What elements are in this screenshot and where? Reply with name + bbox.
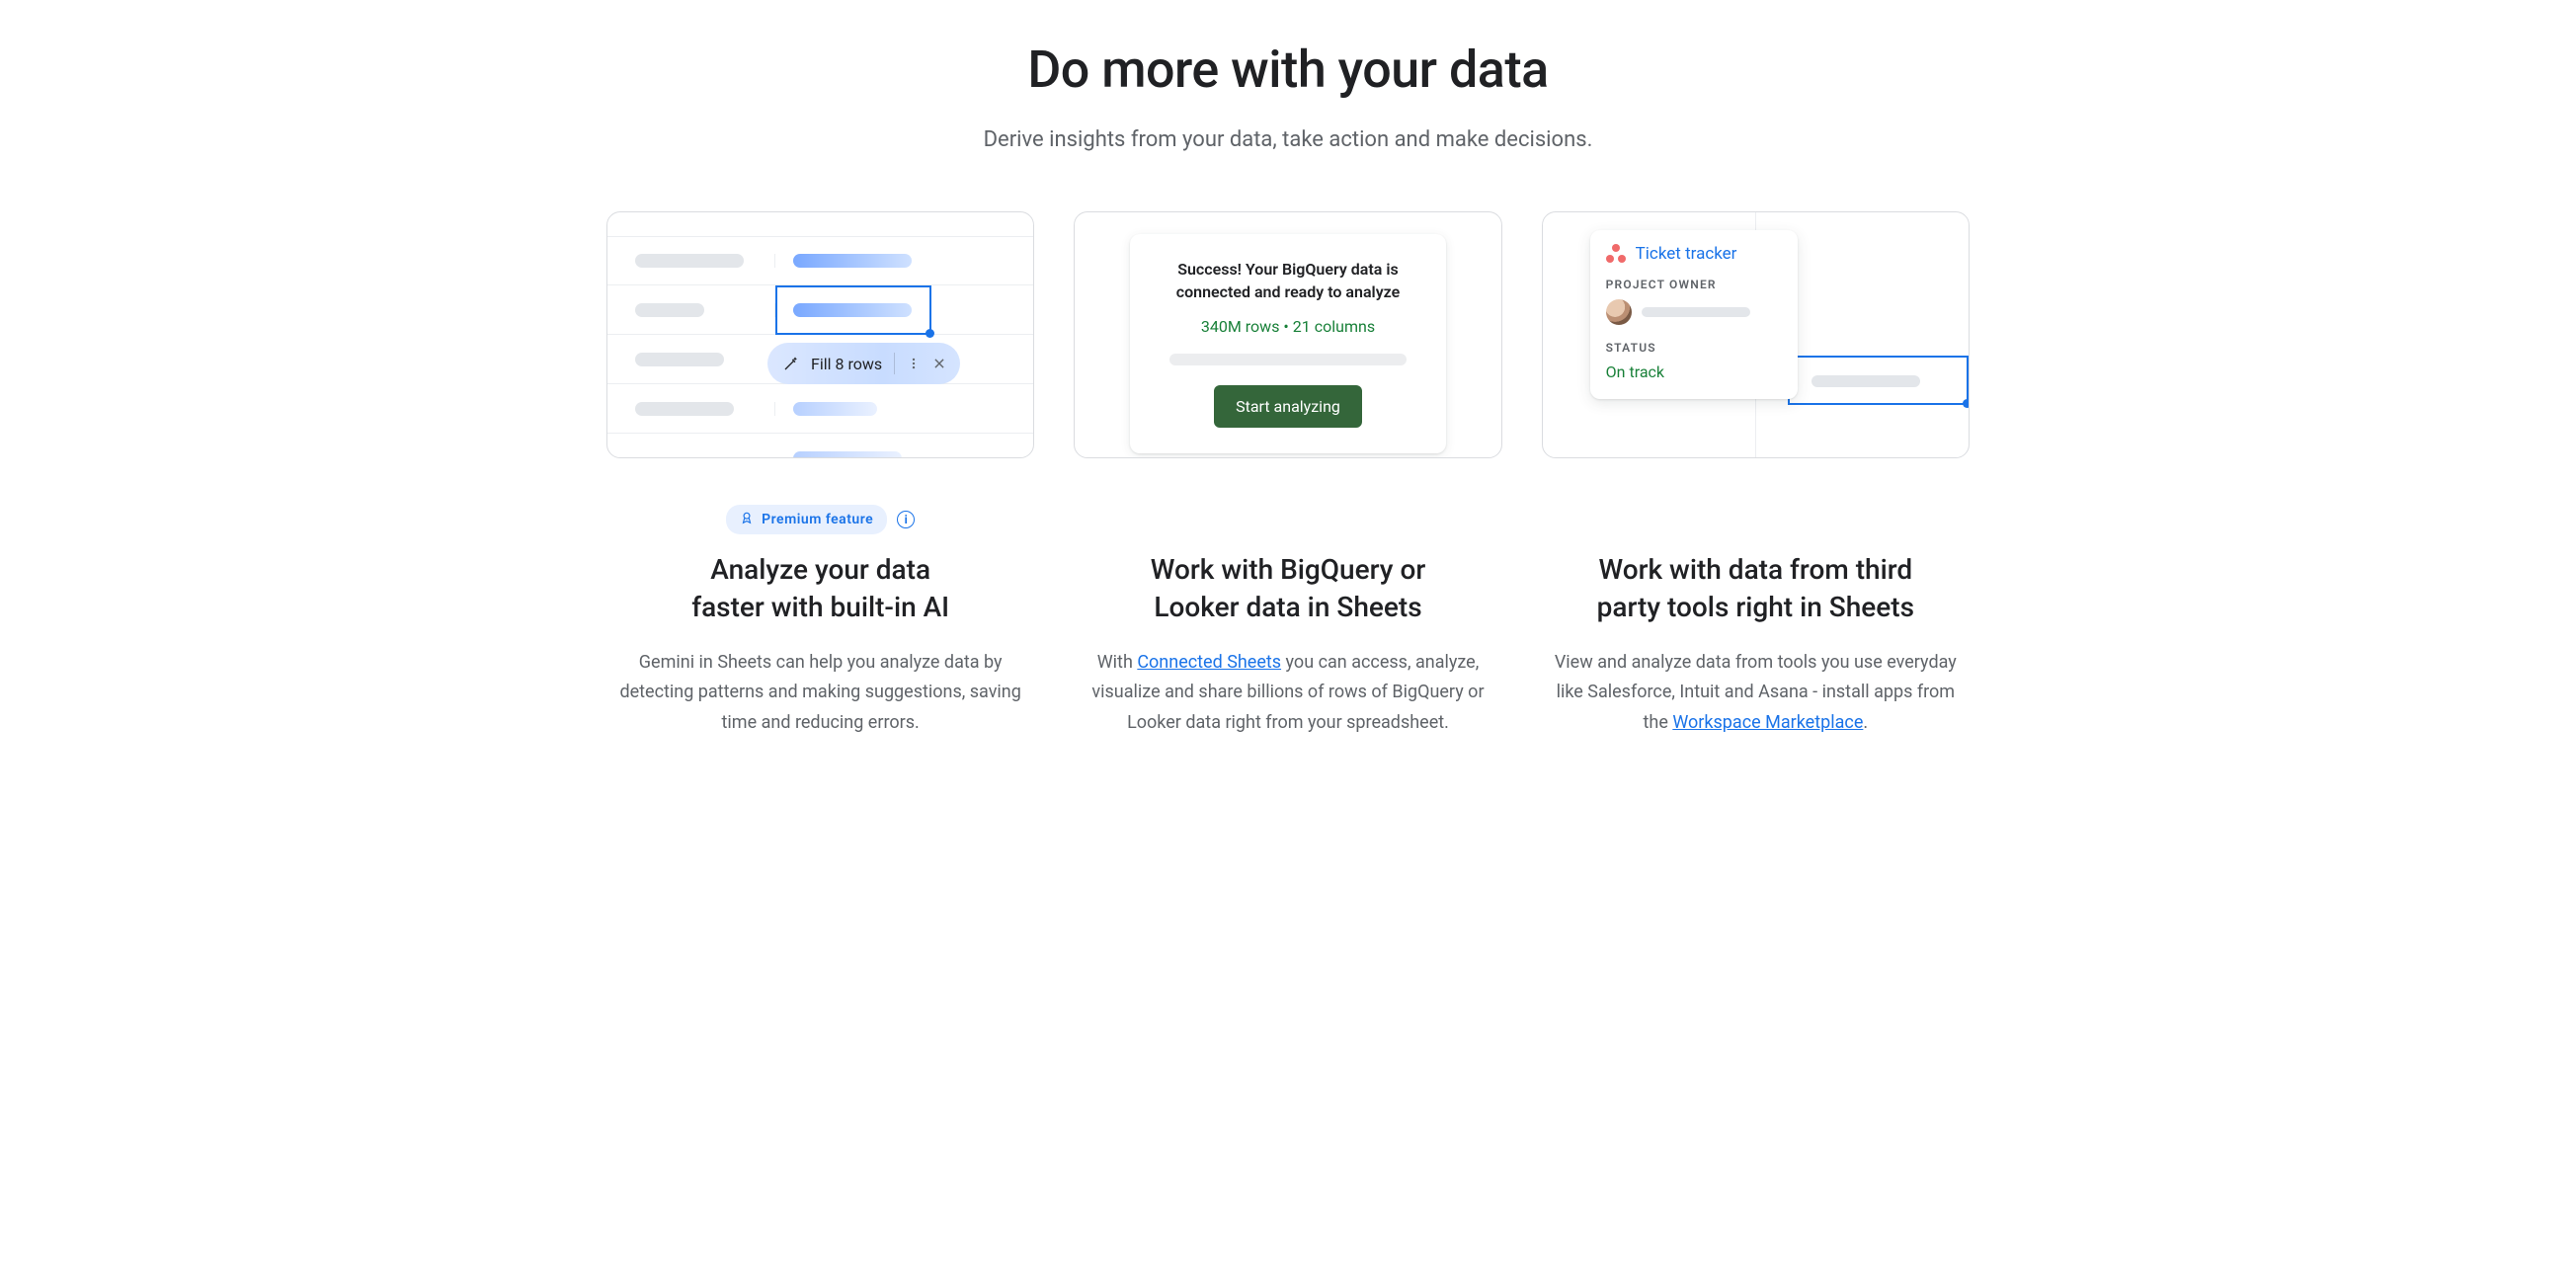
start-analyzing-button[interactable]: Start analyzing bbox=[1214, 385, 1362, 428]
features-row: Fill 8 rows Premium feature bbox=[606, 211, 1970, 738]
feature-title: Work with BigQuery or Looker data in She… bbox=[1074, 551, 1501, 626]
bigquery-meta-text: 340M rows • 21 columns bbox=[1156, 317, 1420, 336]
feature-title: Analyze your data faster with built-in A… bbox=[606, 551, 1034, 626]
progress-placeholder bbox=[1169, 354, 1407, 365]
illustration-third-party: Ticket tracker PROJECT OWNER STATUS On t… bbox=[1542, 211, 1970, 458]
status-value: On track bbox=[1606, 362, 1782, 381]
more-vert-icon[interactable] bbox=[907, 356, 921, 371]
owner-name-placeholder bbox=[1642, 307, 1750, 317]
feature-body: With Connected Sheets you can access, an… bbox=[1074, 648, 1501, 739]
illustration-bigquery: Success! Your BigQuery data is connected… bbox=[1074, 211, 1501, 458]
avatar bbox=[1606, 299, 1632, 325]
selected-cell bbox=[1788, 356, 1969, 405]
ai-fill-pill-label: Fill 8 rows bbox=[811, 355, 882, 373]
magic-wand-icon bbox=[783, 356, 799, 371]
ai-fill-pill[interactable]: Fill 8 rows bbox=[767, 343, 960, 384]
feature-body: View and analyze data from tools you use… bbox=[1542, 648, 1970, 739]
connected-sheets-link[interactable]: Connected Sheets bbox=[1137, 652, 1281, 673]
illustration-ai-fill: Fill 8 rows bbox=[606, 211, 1034, 458]
asana-icon bbox=[1606, 244, 1626, 264]
feature-third-party: Ticket tracker PROJECT OWNER STATUS On t… bbox=[1542, 211, 1970, 738]
bigquery-success-text: Success! Your BigQuery data is connected… bbox=[1156, 258, 1420, 303]
premium-feature-badge: Premium feature bbox=[726, 505, 887, 534]
section-subtitle: Derive insights from your data, take act… bbox=[606, 127, 1970, 152]
premium-feature-badge-label: Premium feature bbox=[762, 512, 873, 527]
feature-analyze-ai: Fill 8 rows Premium feature bbox=[606, 211, 1034, 738]
info-icon[interactable]: i bbox=[897, 511, 915, 528]
award-icon bbox=[740, 511, 754, 528]
workspace-marketplace-link[interactable]: Workspace Marketplace bbox=[1672, 712, 1863, 733]
status-label: STATUS bbox=[1606, 341, 1782, 355]
project-owner-label: PROJECT OWNER bbox=[1606, 278, 1782, 291]
ticket-tracker-card: Ticket tracker PROJECT OWNER STATUS On t… bbox=[1590, 230, 1798, 399]
feature-title: Work with data from third party tools ri… bbox=[1542, 551, 1970, 626]
section-title: Do more with your data bbox=[606, 40, 1970, 100]
ticket-tracker-title: Ticket tracker bbox=[1636, 244, 1737, 264]
feature-bigquery-looker: Success! Your BigQuery data is connected… bbox=[1074, 211, 1501, 738]
close-icon[interactable] bbox=[932, 357, 946, 370]
feature-body: Gemini in Sheets can help you analyze da… bbox=[606, 648, 1034, 739]
